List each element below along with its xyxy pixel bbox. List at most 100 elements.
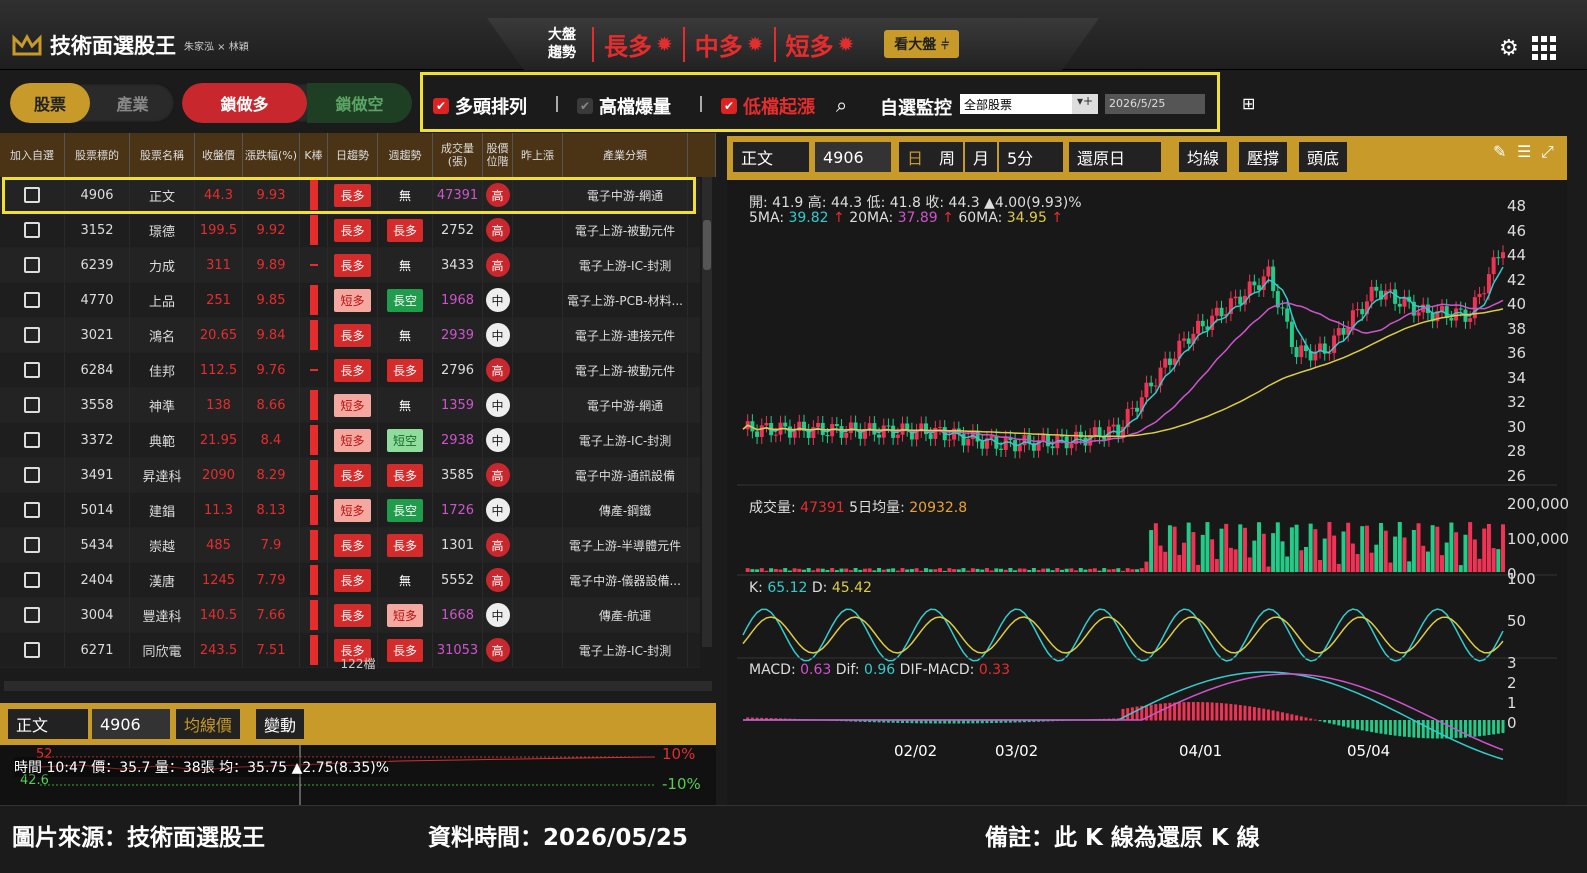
low-rise-checkbox[interactable]: ✔ 低檔起漲 bbox=[721, 93, 815, 119]
check-icon: ✔ bbox=[577, 98, 593, 114]
stock-tab[interactable]: 股票 bbox=[10, 83, 90, 123]
table-row[interactable]: 2404 漢唐 1245 7.79 長多 無 5552 高 電子中游-儀器設備... bbox=[0, 563, 700, 598]
table-row[interactable]: 3152 璟德 199.5 9.92 長多 長多 2752 高 電子上游-被動元件 bbox=[0, 213, 700, 248]
interval-select[interactable]: 5分 bbox=[999, 142, 1063, 172]
settings-gear-icon[interactable]: ⚙ bbox=[1499, 36, 1519, 61]
volume: 1668 bbox=[440, 607, 475, 623]
adjust-select[interactable]: 還原日 bbox=[1069, 142, 1161, 172]
lock-short-tab[interactable]: 鎖做空 bbox=[307, 83, 412, 123]
add-watch-checkbox[interactable] bbox=[24, 222, 40, 238]
macd-bar bbox=[1248, 706, 1252, 721]
view-market-button[interactable]: 看大盤 ⫩ bbox=[884, 30, 960, 58]
volume-bar bbox=[923, 568, 928, 572]
industry: 電子上游-半導體元件 bbox=[568, 538, 682, 553]
table-row[interactable]: 3021 鴻名 20.65 9.84 長多 無 2939 中 電子上游-連接元件 bbox=[0, 318, 700, 353]
table-row[interactable]: 3558 神準 138 8.66 短多 無 1359 中 電子中游-網通 bbox=[0, 388, 700, 423]
col-header[interactable]: 股票名稱 bbox=[130, 133, 195, 177]
price-level: 高 bbox=[485, 533, 510, 557]
table-row[interactable]: 3372 典範 21.95 8.4 短多 短空 2938 中 電子上游-IC-封測 bbox=[0, 423, 700, 458]
add-watch-checkbox[interactable] bbox=[24, 502, 40, 518]
col-header[interactable]: 日趨勢 bbox=[328, 133, 378, 177]
col-header[interactable]: 股價位階 bbox=[483, 133, 513, 177]
table-row[interactable]: 6284 佳邦 112.5 9.76 長多 長多 2796 高 電子上游-被動元件 bbox=[0, 353, 700, 388]
lock-long-tab[interactable]: 鎖做多 bbox=[182, 83, 307, 123]
col-header[interactable]: 昨上漲 bbox=[513, 133, 563, 177]
add-watch-checkbox[interactable] bbox=[24, 362, 40, 378]
pattern-button[interactable]: 頭底 bbox=[1299, 142, 1348, 172]
volume-bar bbox=[1472, 539, 1477, 572]
expand-icon[interactable]: ⤢ bbox=[1541, 142, 1554, 162]
add-watch-checkbox[interactable] bbox=[24, 607, 40, 623]
support-button[interactable]: 壓撐 bbox=[1239, 142, 1288, 172]
horizontal-scrollbar[interactable] bbox=[4, 681, 712, 691]
volume-bar bbox=[1430, 525, 1435, 572]
col-header[interactable]: 成交量(張) bbox=[433, 133, 483, 177]
pencil-icon[interactable]: ✎ bbox=[1493, 142, 1506, 161]
lock-toggle[interactable]: 鎖做多 鎖做空 bbox=[182, 83, 412, 123]
add-watch-checkbox[interactable] bbox=[24, 397, 40, 413]
col-header[interactable]: 股票標的 bbox=[65, 133, 130, 177]
volume-bar bbox=[1257, 522, 1262, 572]
col-header[interactable]: 週趨勢 bbox=[378, 133, 433, 177]
watch-select[interactable]: 全部股票 bbox=[960, 94, 1072, 114]
candle-body bbox=[1491, 257, 1496, 275]
volume-bar bbox=[1341, 531, 1346, 572]
table-view-icon[interactable]: ⊞ bbox=[1242, 94, 1255, 113]
table-row[interactable]: 3491 昇達科 2090 8.29 長多 長多 3585 高 電子中游-通訊設備 bbox=[0, 458, 700, 493]
stock-code-field[interactable]: 4906 bbox=[92, 709, 170, 739]
table-row[interactable]: 6239 力成 311 9.89 長多 無 3433 高 電子上游-IC-封測 bbox=[0, 248, 700, 283]
chart-code-field[interactable]: 4906 bbox=[815, 142, 891, 172]
date-select[interactable]: 2026/5/25 bbox=[1105, 94, 1205, 114]
macd-bar bbox=[1257, 707, 1261, 721]
volume-bar bbox=[1069, 568, 1074, 572]
search-icon[interactable]: ⌕ bbox=[836, 93, 847, 117]
macd-bar bbox=[1243, 705, 1247, 721]
stock-industry-toggle[interactable]: 股票 產業 bbox=[10, 83, 175, 123]
add-icon[interactable]: ▾+ bbox=[1072, 94, 1098, 114]
add-watch-checkbox[interactable] bbox=[24, 292, 40, 308]
volume-bar bbox=[909, 569, 914, 572]
tick-info: 時間 10:47 價：35.7 量：38張 均：35.75 ▲2.75(8.35… bbox=[14, 757, 389, 777]
kd-tick: 100 bbox=[1507, 570, 1536, 588]
ma-button[interactable]: 均線 bbox=[1179, 142, 1228, 172]
add-watch-checkbox[interactable] bbox=[24, 257, 40, 273]
add-watch-checkbox[interactable] bbox=[24, 432, 40, 448]
table-row[interactable]: 3004 豐達科 140.5 7.66 長多 短多 1668 中 傳產-航運 bbox=[0, 598, 700, 633]
col-header[interactable]: 收盤價 bbox=[195, 133, 243, 177]
table-row[interactable]: 5014 建錩 11.3 8.13 短多 長空 1726 中 傳產-鋼鐵 bbox=[0, 493, 700, 528]
change-pct: 8.13 bbox=[256, 502, 286, 518]
col-header[interactable]: 漲跌幅(%) bbox=[243, 133, 300, 177]
volume-bar bbox=[1482, 528, 1487, 572]
add-watch-checkbox[interactable] bbox=[24, 327, 40, 343]
table-row[interactable]: 4770 上品 251 9.85 短多 長空 1968 中 電子上游-PCB-材料... bbox=[0, 283, 700, 318]
sliders-icon[interactable]: ☰ bbox=[1517, 142, 1531, 161]
volume-bar bbox=[1360, 526, 1365, 572]
add-watch-checkbox[interactable] bbox=[24, 572, 40, 588]
volume-bar bbox=[1440, 555, 1445, 572]
high-volume-checkbox[interactable]: ✔ 高檔爆量 bbox=[577, 93, 671, 119]
col-header[interactable]: 產業分類 bbox=[563, 133, 688, 177]
avg-price-button[interactable]: 均線價 bbox=[176, 709, 241, 739]
stock-name: 漢唐 bbox=[148, 574, 175, 590]
chart-name-field[interactable]: 正文 bbox=[733, 142, 809, 172]
bull-align-checkbox[interactable]: ✔ 多頭排列 bbox=[433, 93, 527, 119]
volume-bar bbox=[1458, 565, 1463, 572]
col-header[interactable]: K棒 bbox=[300, 133, 328, 177]
col-header[interactable]: 加入自選 bbox=[0, 133, 65, 177]
scroll-thumb[interactable] bbox=[703, 220, 711, 270]
menu-grid-icon[interactable] bbox=[1532, 36, 1556, 60]
add-watch-checkbox[interactable] bbox=[24, 467, 40, 483]
volume-bar bbox=[1318, 559, 1323, 572]
stock-name-field[interactable]: 正文 bbox=[8, 709, 88, 739]
add-watch-checkbox[interactable] bbox=[24, 537, 40, 553]
industry-tab[interactable]: 產業 bbox=[90, 83, 175, 123]
candle-body bbox=[1153, 385, 1158, 387]
volume-bar bbox=[919, 570, 924, 572]
kbar-mark bbox=[309, 215, 318, 245]
period-week[interactable]: 周 bbox=[931, 142, 964, 172]
close-price: 251 bbox=[206, 292, 231, 308]
period-day[interactable]: 日 bbox=[899, 142, 932, 172]
period-month[interactable]: 月 bbox=[965, 142, 998, 172]
change-button[interactable]: 變動 bbox=[256, 709, 305, 739]
table-row[interactable]: 5434 崇越 485 7.9 長多 長多 1301 高 電子上游-半導體元件 bbox=[0, 528, 700, 563]
